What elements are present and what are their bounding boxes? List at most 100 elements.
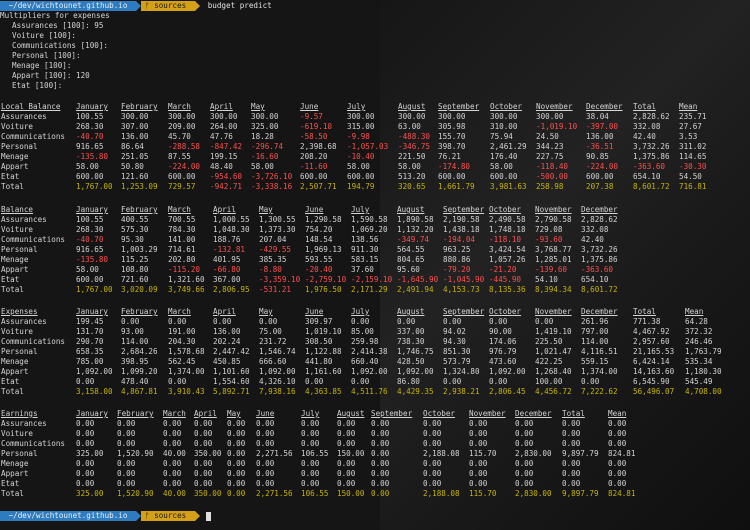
row-label: Personal	[1, 449, 38, 458]
table-cell: -21.20	[489, 265, 517, 274]
table-cell: 0.00	[301, 469, 320, 478]
column-header: January	[76, 409, 109, 418]
table-cell: 0.00	[351, 377, 370, 386]
column-header: April	[194, 409, 217, 418]
cursor-block[interactable]	[205, 511, 211, 521]
column-header: April	[213, 307, 236, 316]
table-title: Local Balance	[1, 102, 61, 111]
table-cell: -20.40	[305, 265, 333, 274]
table-cell: 1,048.30	[213, 225, 250, 234]
table-cell: 0.00	[256, 469, 275, 478]
multiplier-item: Appart [100]: 120	[12, 71, 90, 80]
table-cell: 27.67	[679, 122, 702, 131]
table-cell: 344.23	[536, 142, 564, 151]
table-cell: 583.15	[351, 255, 379, 264]
table-cell: 300.00	[438, 112, 466, 121]
column-header: October	[489, 307, 522, 316]
table-cell: -445.90	[489, 275, 522, 284]
table-cell: 0.00	[256, 429, 275, 438]
table-cell: 0.00	[301, 439, 320, 448]
column-header: January	[76, 307, 109, 316]
table-cell: 385.35	[259, 255, 287, 264]
table-cell: 0.00	[469, 479, 488, 488]
table-cell: 2,790.58	[535, 215, 572, 224]
table-cell: 141.00	[168, 235, 196, 244]
table-cell: 21,165.53	[633, 347, 675, 356]
table-cell: 2,188.08	[423, 449, 460, 458]
powerline-arrow-icon	[194, 511, 200, 521]
table-cell: -488.30	[398, 132, 431, 141]
table-cell: 1,419.10	[535, 327, 572, 336]
table-cell: 0.00	[227, 429, 246, 438]
table-cell: 559.15	[581, 357, 609, 366]
column-header: December	[581, 307, 618, 316]
table-cell: 0.00	[608, 459, 627, 468]
table-cell: 106.55	[301, 449, 329, 458]
table-cell: 0.00	[443, 377, 462, 386]
prompt-line-2[interactable]: ~/dev/wichtounet.github.io ᚠ sources	[0, 511, 211, 521]
table-cell: 0.00	[515, 429, 534, 438]
table-cell: 199.15	[210, 152, 238, 161]
table-cell: 0.00	[76, 429, 95, 438]
row-label: Menage	[1, 255, 29, 264]
table-cell: 50.80	[121, 162, 144, 171]
table-cell: 85.00	[351, 327, 374, 336]
table-cell: 87.55	[168, 152, 191, 161]
table-cell: 0.00	[535, 317, 554, 326]
table-cell: 4,708.00	[685, 387, 722, 396]
table-cell: -66.80	[213, 265, 241, 274]
table-cell: 0.00	[337, 419, 356, 428]
table-cell: 7,222.62	[581, 387, 618, 396]
terminal-window[interactable]: ~/dev/wichtounet.github.io ᚠ sources bud…	[0, 0, 750, 530]
table-cell: 824.81	[608, 489, 636, 498]
table-cell: -79.20	[443, 265, 471, 274]
table-cell: 37.60	[351, 265, 374, 274]
row-label: Appart	[1, 265, 29, 274]
table-cell: 0.00	[76, 469, 95, 478]
column-header: May	[259, 205, 273, 214]
table-cell: -363.60	[633, 162, 666, 171]
table-cell: 2,684.26	[121, 347, 158, 356]
table-cell: 54.50	[679, 172, 702, 181]
row-label: Assurances	[1, 419, 47, 428]
row-label: Total	[1, 489, 24, 498]
table-cell: -36.51	[586, 142, 614, 151]
table-cell: -296.74	[251, 142, 284, 151]
column-header: April	[210, 102, 233, 111]
table-cell: 0.00	[469, 419, 488, 428]
table-cell: 261.96	[581, 317, 609, 326]
table-cell: 0.00	[117, 479, 136, 488]
table-cell: 2,461.29	[490, 142, 527, 151]
table-cell: 0.00	[371, 439, 390, 448]
table-cell: 0.00	[423, 459, 442, 468]
table-cell: 0.00	[423, 429, 442, 438]
column-header: June	[305, 307, 324, 316]
table-cell: 0.00	[76, 459, 95, 468]
table-cell: 148.54	[305, 235, 333, 244]
table-cell: 0.00	[117, 439, 136, 448]
table-cell: 47.76	[210, 132, 233, 141]
table-cell: 8,601.72	[633, 182, 670, 191]
table-cell: 0.00	[515, 459, 534, 468]
table-cell: 90.00	[489, 327, 512, 336]
table-cell: 0.00	[562, 419, 581, 428]
table-cell: 916.65	[76, 142, 104, 151]
table-cell: 0.00	[397, 317, 416, 326]
table-cell: 58.00	[347, 162, 370, 171]
table-cell: 0.00	[227, 459, 246, 468]
table-cell: 0.00	[168, 317, 187, 326]
table-cell: 3,768.77	[535, 245, 572, 254]
table-cell: 150.00	[337, 449, 365, 458]
row-label: Total	[1, 285, 24, 294]
row-label: Assurances	[1, 317, 47, 326]
table-cell: 75.00	[259, 327, 282, 336]
table-cell: 86.80	[397, 377, 420, 386]
table-cell: 95.60	[397, 265, 420, 274]
row-label: Etat	[1, 479, 20, 488]
table-cell: 422.25	[535, 357, 563, 366]
column-header: January	[76, 205, 109, 214]
table-cell: 0.00	[608, 439, 627, 448]
row-label: Communications	[1, 132, 66, 141]
table-cell: 235.71	[679, 112, 707, 121]
table-cell: -363.60	[581, 265, 614, 274]
